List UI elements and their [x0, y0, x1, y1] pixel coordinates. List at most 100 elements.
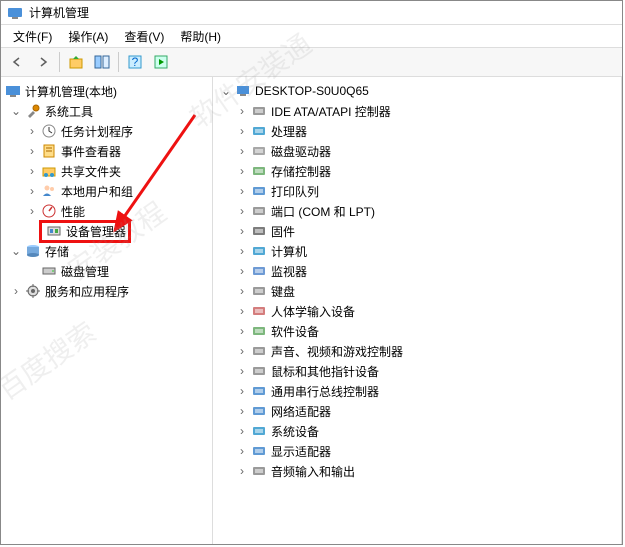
device-category[interactable]: › 打印队列	[213, 181, 621, 201]
back-button[interactable]	[5, 50, 29, 74]
device-category[interactable]: ›音频输入和输出	[213, 461, 621, 481]
tree-event-viewer[interactable]: › 事件查看器	[1, 141, 212, 161]
device-tree-root[interactable]: ⌄ DESKTOP-S0U0Q65	[213, 81, 621, 101]
tree-label: 本地用户和组	[61, 183, 133, 200]
tree-label: 软件设备	[271, 323, 319, 340]
tree-system-tools[interactable]: ⌄ 系统工具	[1, 101, 212, 121]
tree-performance[interactable]: › 性能	[1, 201, 212, 221]
menu-view[interactable]: 查看(V)	[116, 26, 172, 47]
tree-label: 计算机	[271, 243, 307, 260]
menubar: 文件(F) 操作(A) 查看(V) 帮助(H)	[1, 25, 622, 47]
device-category[interactable]: ›通用串行总线控制器	[213, 381, 621, 401]
expander-icon[interactable]: ›	[25, 204, 39, 218]
device-category[interactable]: ›监视器	[213, 261, 621, 281]
tree-shared-folders[interactable]: › 共享文件夹	[1, 161, 212, 181]
device-icon	[251, 263, 267, 279]
forward-button[interactable]	[31, 50, 55, 74]
device-category[interactable]: › 鼠标和其他指针设备	[213, 361, 621, 381]
expander-icon[interactable]: ›	[9, 284, 23, 298]
device-icon	[251, 223, 267, 239]
computer-icon	[235, 83, 251, 99]
expander-icon[interactable]: ›	[235, 204, 249, 218]
expander-icon[interactable]: ›	[25, 164, 39, 178]
expander-icon[interactable]: ›	[235, 184, 249, 198]
device-category[interactable]: ›键盘	[213, 281, 621, 301]
expander-icon[interactable]: ›	[235, 264, 249, 278]
expander-icon[interactable]: ⌄	[9, 104, 23, 118]
expander-icon[interactable]: ›	[25, 184, 39, 198]
tree-root[interactable]: 计算机管理(本地)	[1, 81, 212, 101]
expander-icon[interactable]: ›	[235, 444, 249, 458]
expander-icon[interactable]: ›	[235, 104, 249, 118]
device-icon	[251, 423, 267, 439]
expander-icon[interactable]: ›	[235, 404, 249, 418]
expander-icon[interactable]: ⌄	[219, 84, 233, 98]
tree-label: 系统设备	[271, 423, 319, 440]
tree-label: 网络适配器	[271, 403, 331, 420]
expander-icon[interactable]: ›	[235, 284, 249, 298]
expander-icon[interactable]: ›	[235, 384, 249, 398]
tree-task-scheduler[interactable]: › 任务计划程序	[1, 121, 212, 141]
device-category[interactable]: ›声音、视频和游戏控制器	[213, 341, 621, 361]
device-category[interactable]: ›显示适配器	[213, 441, 621, 461]
expander-icon[interactable]: ›	[235, 304, 249, 318]
device-icon	[251, 443, 267, 459]
tree-label: 固件	[271, 223, 295, 240]
device-category[interactable]: ›IDE ATA/ATAPI 控制器	[213, 101, 621, 121]
tree-label: 共享文件夹	[61, 163, 121, 180]
tree-label: 鼠标和其他指针设备	[271, 363, 379, 380]
up-button[interactable]	[64, 50, 88, 74]
tree-label: 处理器	[271, 123, 307, 140]
device-category[interactable]: › 系统设备	[213, 421, 621, 441]
device-category[interactable]: ›磁盘驱动器	[213, 141, 621, 161]
device-category[interactable]: › 软件设备	[213, 321, 621, 341]
tree-disk-management[interactable]: 磁盘管理	[1, 261, 212, 281]
expander-icon[interactable]: ›	[235, 364, 249, 378]
expander-icon[interactable]: ›	[235, 124, 249, 138]
show-hide-button[interactable]	[90, 50, 114, 74]
device-category[interactable]: › 网络适配器	[213, 401, 621, 421]
expander-icon[interactable]: ›	[235, 324, 249, 338]
tree-services-apps[interactable]: › 服务和应用程序	[1, 281, 212, 301]
action-button[interactable]	[149, 50, 173, 74]
tree-storage[interactable]: ⌄ 存储	[1, 241, 212, 261]
device-category[interactable]: ›端口 (COM 和 LPT)	[213, 201, 621, 221]
device-icon	[251, 303, 267, 319]
device-icon	[251, 183, 267, 199]
device-icon	[251, 343, 267, 359]
expander-icon[interactable]: ⌄	[9, 244, 23, 258]
expander-icon[interactable]: ›	[235, 344, 249, 358]
users-icon	[41, 183, 57, 199]
device-icon	[251, 203, 267, 219]
left-pane: 计算机管理(本地) ⌄ 系统工具 › 任务计划程序 › 事件查看器 › 共享文件…	[1, 77, 213, 544]
expander-icon[interactable]: ›	[25, 124, 39, 138]
expander-icon[interactable]: ›	[25, 144, 39, 158]
tree-label: 服务和应用程序	[45, 283, 129, 300]
expander-icon[interactable]: ›	[235, 224, 249, 238]
expander-icon[interactable]: ›	[235, 144, 249, 158]
menu-action[interactable]: 操作(A)	[60, 26, 116, 47]
menu-help[interactable]: 帮助(H)	[172, 26, 229, 47]
tree-local-users[interactable]: › 本地用户和组	[1, 181, 212, 201]
device-icon	[251, 403, 267, 419]
expander-icon[interactable]: ›	[235, 464, 249, 478]
device-category[interactable]: › 处理器	[213, 121, 621, 141]
device-icon	[251, 463, 267, 479]
tree-label: 存储	[45, 243, 69, 260]
device-category[interactable]: ›人体学输入设备	[213, 301, 621, 321]
services-icon	[25, 283, 41, 299]
device-category[interactable]: › 固件	[213, 221, 621, 241]
device-category[interactable]: › 计算机	[213, 241, 621, 261]
tree-label: 性能	[61, 203, 85, 220]
menu-file[interactable]: 文件(F)	[5, 26, 60, 47]
tree-device-manager[interactable]: 设备管理器	[1, 221, 212, 241]
expander-icon[interactable]: ›	[235, 164, 249, 178]
device-icon	[251, 243, 267, 259]
window-title: 计算机管理	[29, 4, 89, 21]
expander-icon[interactable]: ›	[235, 424, 249, 438]
help-button[interactable]: ?	[123, 50, 147, 74]
expander-icon[interactable]: ›	[235, 244, 249, 258]
tree-label: 打印队列	[271, 183, 319, 200]
device-category[interactable]: ›存储控制器	[213, 161, 621, 181]
device-icon	[251, 323, 267, 339]
